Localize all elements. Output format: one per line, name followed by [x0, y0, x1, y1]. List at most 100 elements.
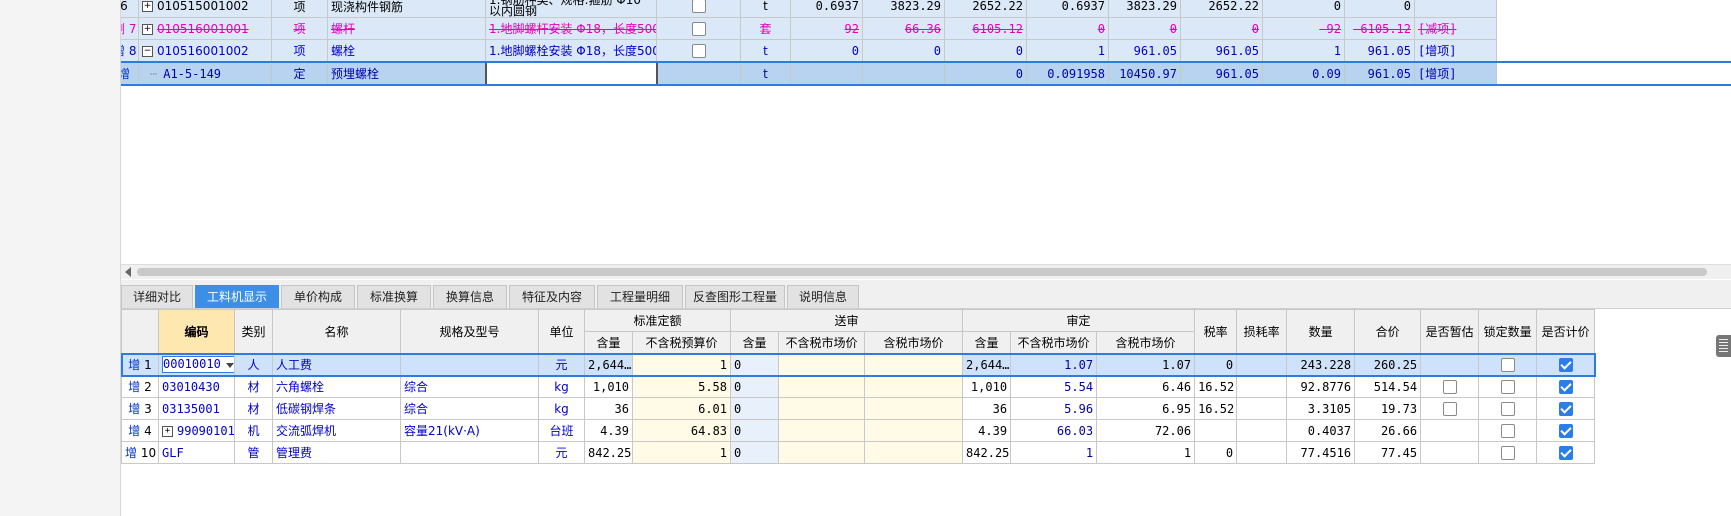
value-cell[interactable]: 0	[1262, 0, 1345, 18]
col-aud-tax-market[interactable]: 含税市场价	[1096, 331, 1196, 354]
unit-cell[interactable]: t	[740, 0, 791, 18]
checkbox-cell[interactable]	[656, 39, 741, 63]
row-header[interactable]: 增 8	[121, 39, 139, 63]
side-panel-handle-icon[interactable]	[1716, 335, 1731, 357]
estimate-checkbox[interactable]	[1442, 401, 1457, 416]
estimate-checkbox[interactable]	[1442, 379, 1457, 394]
col-send-tax-market[interactable]: 含税市场价	[864, 331, 964, 354]
code-cell[interactable]: +990901010	[158, 419, 235, 442]
category-cell[interactable]: 管	[234, 441, 273, 464]
unit-cell[interactable]: 套	[740, 17, 791, 40]
resource-row[interactable]: 增 2 03010430 材六角螺栓 综合 kg 1,010 5.58 0 1,010 5.54 6…	[121, 375, 1596, 398]
name-cell[interactable]: 六角螺栓	[272, 375, 401, 398]
col-aud-notax-market[interactable]: 不含税市场价	[1010, 331, 1098, 354]
unit-cell[interactable]: kg	[538, 397, 585, 420]
value-cell[interactable]: 0	[862, 39, 945, 63]
chevron-down-icon[interactable]	[226, 363, 234, 368]
total-cell[interactable]: 77.45	[1354, 441, 1422, 464]
amount-cell[interactable]: 0.4037	[1286, 419, 1356, 442]
col-name[interactable]: 名称	[272, 309, 401, 354]
tab-4[interactable]: 换算信息	[433, 285, 507, 308]
row-header[interactable]: 6	[121, 0, 139, 18]
std-qty-cell[interactable]: 36	[584, 397, 633, 420]
value-cell[interactable]: 1	[1026, 39, 1109, 63]
expand-icon[interactable]: +	[162, 425, 173, 437]
priced-checkbox[interactable]	[1558, 401, 1573, 416]
value-cell[interactable]: 961.05	[1180, 61, 1263, 86]
value-cell[interactable]: 961.05	[1108, 39, 1181, 63]
std-price-cell[interactable]: 5.58	[631, 375, 732, 398]
send-qty-cell[interactable]: 0	[730, 419, 780, 442]
send-tax-cell[interactable]	[864, 441, 964, 464]
tax-rate-cell[interactable]: 0	[1194, 353, 1238, 376]
row-header[interactable]: 增	[121, 61, 139, 86]
checkbox-cell[interactable]	[656, 17, 741, 40]
expand-icon[interactable]: +	[142, 23, 153, 35]
value-cell[interactable]: 0.6937	[790, 0, 863, 18]
value-cell[interactable]: 0.09	[1262, 61, 1345, 86]
unit-cell[interactable]: 元	[538, 353, 585, 376]
col-std-qty[interactable]: 含量	[584, 331, 633, 354]
unit-cell[interactable]: kg	[538, 375, 585, 398]
amount-cell[interactable]: 3.3105	[1286, 397, 1356, 420]
resource-row[interactable]: 增 4+990901010机交流弧焊机容量21(kV·A)台班4.3964.83…	[121, 419, 1596, 442]
aud-tax-cell[interactable]: 6.46	[1096, 375, 1196, 398]
name-cell[interactable]: 交流弧焊机	[272, 419, 401, 442]
tax-rate-cell[interactable]	[1194, 419, 1238, 442]
tab-0[interactable]: 详细对比	[121, 285, 193, 308]
std-qty-cell[interactable]: 842.25	[584, 441, 633, 464]
std-price-cell[interactable]: 1	[631, 353, 732, 376]
send-qty-cell[interactable]: 0	[730, 375, 780, 398]
code-cell[interactable]: +010515001002	[138, 0, 272, 18]
spec-cell[interactable]: 1.钢筋种类、规格:箍筋 Φ10以内圆钢	[485, 0, 657, 18]
spec-cell[interactable]: 综合	[400, 397, 539, 420]
aud-qty-cell[interactable]: 2,644…	[962, 353, 1012, 376]
priced-cell[interactable]	[1536, 375, 1596, 398]
aud-notax-cell[interactable]: 1.07	[1010, 353, 1098, 376]
scrollbar-thumb[interactable]	[137, 268, 1707, 276]
category-cell[interactable]: 材	[234, 397, 273, 420]
aud-tax-cell[interactable]: 1.07	[1096, 353, 1196, 376]
aud-notax-cell[interactable]: 5.96	[1010, 397, 1098, 420]
row-header[interactable]: 增 3	[121, 397, 159, 420]
lock-qty-checkbox[interactable]	[1500, 445, 1515, 460]
value-cell[interactable]: 0	[1344, 0, 1415, 18]
lock-qty-cell[interactable]	[1478, 353, 1538, 376]
row-checkbox[interactable]	[691, 0, 706, 14]
value-cell[interactable]: -6105.12	[1344, 17, 1415, 40]
value-cell[interactable]: 0	[1108, 17, 1181, 40]
bill-row[interactable]: 增 8−010516001002项螺栓1.地脚螺栓安装 Φ18，长度500t00…	[121, 39, 1731, 63]
spec-cell[interactable]: 容量21(kV·A)	[400, 419, 539, 442]
amount-cell[interactable]: 92.8776	[1286, 375, 1356, 398]
category-cell[interactable]: 材	[234, 375, 273, 398]
col-aud-qty[interactable]: 含量	[962, 331, 1012, 354]
name-cell[interactable]: 螺栓	[327, 39, 486, 63]
tab-1[interactable]: 工料机显示	[195, 285, 279, 308]
tax-rate-cell[interactable]: 0	[1194, 441, 1238, 464]
aud-notax-cell[interactable]: 5.54	[1010, 375, 1098, 398]
col-is-priced[interactable]: 是否计价	[1536, 309, 1596, 354]
col-tax-rate[interactable]: 税率	[1194, 309, 1238, 354]
type-cell[interactable]: 项	[271, 17, 328, 40]
aud-tax-cell[interactable]: 72.06	[1096, 419, 1196, 442]
scroll-left-arrow-icon[interactable]	[125, 267, 131, 277]
send-tax-cell[interactable]	[864, 397, 964, 420]
lock-qty-cell[interactable]	[1478, 441, 1538, 464]
row-header[interactable]: 增 4	[121, 419, 159, 442]
name-cell[interactable]: 螺杆	[327, 17, 486, 40]
unit-cell[interactable]: t	[740, 39, 791, 63]
std-price-cell[interactable]: 64.83	[631, 419, 732, 442]
code-cell[interactable]: 03135001	[158, 397, 235, 420]
send-notax-cell[interactable]	[778, 375, 866, 398]
name-cell[interactable]: 管理费	[272, 441, 401, 464]
expand-icon[interactable]: +	[142, 1, 153, 12]
code-cell[interactable]: −010516001002	[138, 39, 272, 63]
loss-rate-cell[interactable]	[1236, 419, 1288, 442]
value-cell[interactable]: 6105.12	[944, 17, 1027, 40]
resource-row[interactable]: 增 10 GLF 管管理费元 842.25 1 0 842.25 1 1 0 77.4516 77.4…	[121, 441, 1596, 464]
loss-rate-cell[interactable]	[1236, 397, 1288, 420]
code-cell[interactable]: ┄ A1-5-149	[138, 61, 272, 86]
col-code[interactable]: 编码	[158, 309, 235, 354]
send-notax-cell[interactable]	[778, 353, 866, 376]
col-send-qty[interactable]: 含量	[730, 331, 780, 354]
